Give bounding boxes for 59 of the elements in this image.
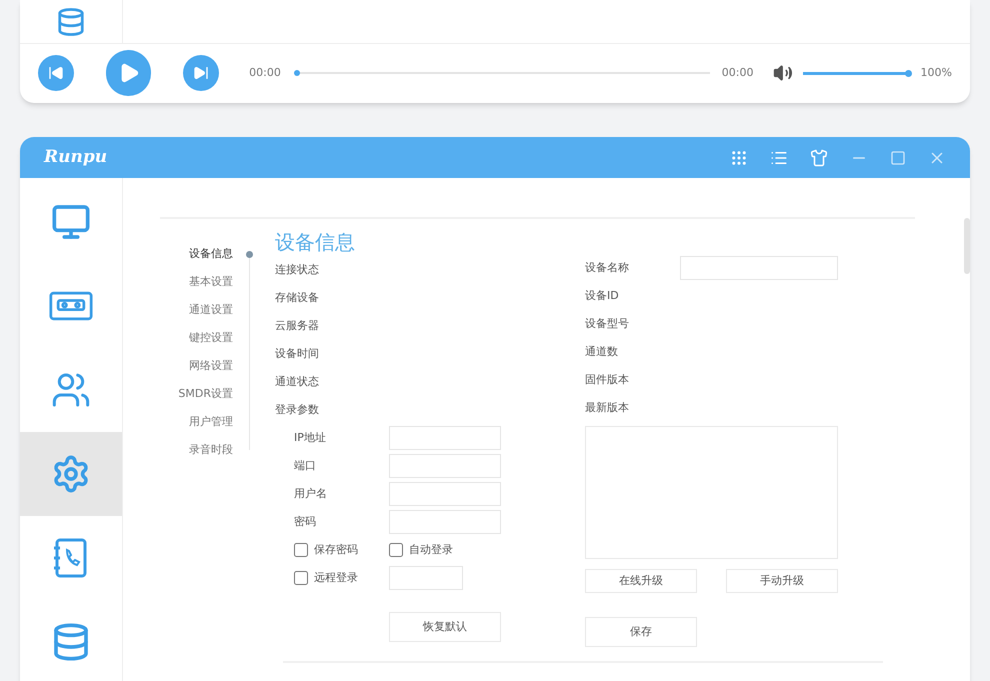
- volume-icon: [773, 63, 794, 83]
- checkbox[interactable]: [294, 571, 308, 585]
- settings-nav-item[interactable]: 录音时段: [189, 436, 233, 464]
- sidebar-item[interactable]: [20, 432, 122, 516]
- elapsed-time: 00:00: [249, 64, 281, 81]
- field-label: 云服务器: [275, 318, 320, 334]
- previous-button[interactable]: [38, 55, 74, 91]
- settings-nav-item[interactable]: 设备信息: [189, 240, 233, 268]
- field-label: 通道状态: [275, 374, 320, 390]
- field-label: 设备时间: [275, 346, 320, 362]
- duration-time: 00:00: [722, 64, 754, 81]
- progress-thumb[interactable]: [294, 70, 300, 76]
- logo: Runpu: [44, 146, 108, 169]
- field-label: 通道数: [585, 344, 619, 360]
- input-field[interactable]: [680, 256, 838, 280]
- section-title: 设备信息: [275, 230, 356, 254]
- skip-forward-icon: [193, 65, 210, 81]
- settings-nav-item[interactable]: 用户管理: [189, 408, 233, 436]
- field-label: IP地址: [294, 430, 327, 446]
- input-field[interactable]: [389, 510, 501, 534]
- next-button[interactable]: [183, 55, 220, 91]
- input-field[interactable]: [389, 482, 501, 506]
- checkbox-label: 自动登录: [409, 542, 453, 558]
- settings-nav-item[interactable]: 基本设置: [189, 268, 233, 296]
- maximize-icon[interactable]: [890, 150, 906, 166]
- shirt-icon[interactable]: [810, 148, 828, 166]
- field-label: 用户名: [294, 486, 328, 502]
- field-label: 密码: [294, 514, 317, 530]
- settings-nav-item[interactable]: 通道设置: [189, 296, 233, 324]
- volume-thumb[interactable]: [904, 70, 912, 76]
- field-label: 登录参数: [275, 402, 320, 418]
- upgrade-button[interactable]: 手动升级: [726, 569, 838, 593]
- save-button[interactable]: 保存: [585, 617, 697, 647]
- input-field[interactable]: [389, 454, 501, 478]
- skip-back-icon: [48, 65, 64, 81]
- play-button[interactable]: [106, 50, 152, 96]
- settings-nav-item[interactable]: 网络设置: [189, 352, 233, 380]
- field-label: 设备ID: [585, 288, 620, 304]
- input-field[interactable]: [389, 426, 501, 450]
- checkbox[interactable]: [389, 543, 403, 557]
- grid-icon[interactable]: [730, 148, 748, 166]
- restore-defaults-button[interactable]: 恢复默认: [389, 612, 501, 642]
- volume-reading: 100%: [920, 64, 952, 81]
- upgrade-button[interactable]: 在线升级: [585, 569, 697, 593]
- field-label: 设备型号: [585, 316, 630, 332]
- checkbox-label: 保存密码: [314, 542, 358, 558]
- scrollbar[interactable]: [964, 218, 970, 274]
- settings-nav-item[interactable]: SMDR设置: [178, 380, 233, 408]
- field-label: 存储设备: [275, 290, 320, 306]
- field-label: 端口: [294, 458, 317, 474]
- input-field[interactable]: [389, 566, 463, 590]
- field-label: 设备名称: [585, 260, 630, 276]
- settings-nav-item[interactable]: 键控设置: [189, 324, 233, 352]
- field-label: 固件版本: [585, 372, 630, 388]
- sidebar-item[interactable]: [20, 0, 122, 43]
- field-label: 连接状态: [275, 262, 320, 278]
- field-label: 最新版本: [585, 400, 630, 416]
- checkbox[interactable]: [294, 543, 308, 557]
- checkbox-label: 远程登录: [314, 570, 358, 586]
